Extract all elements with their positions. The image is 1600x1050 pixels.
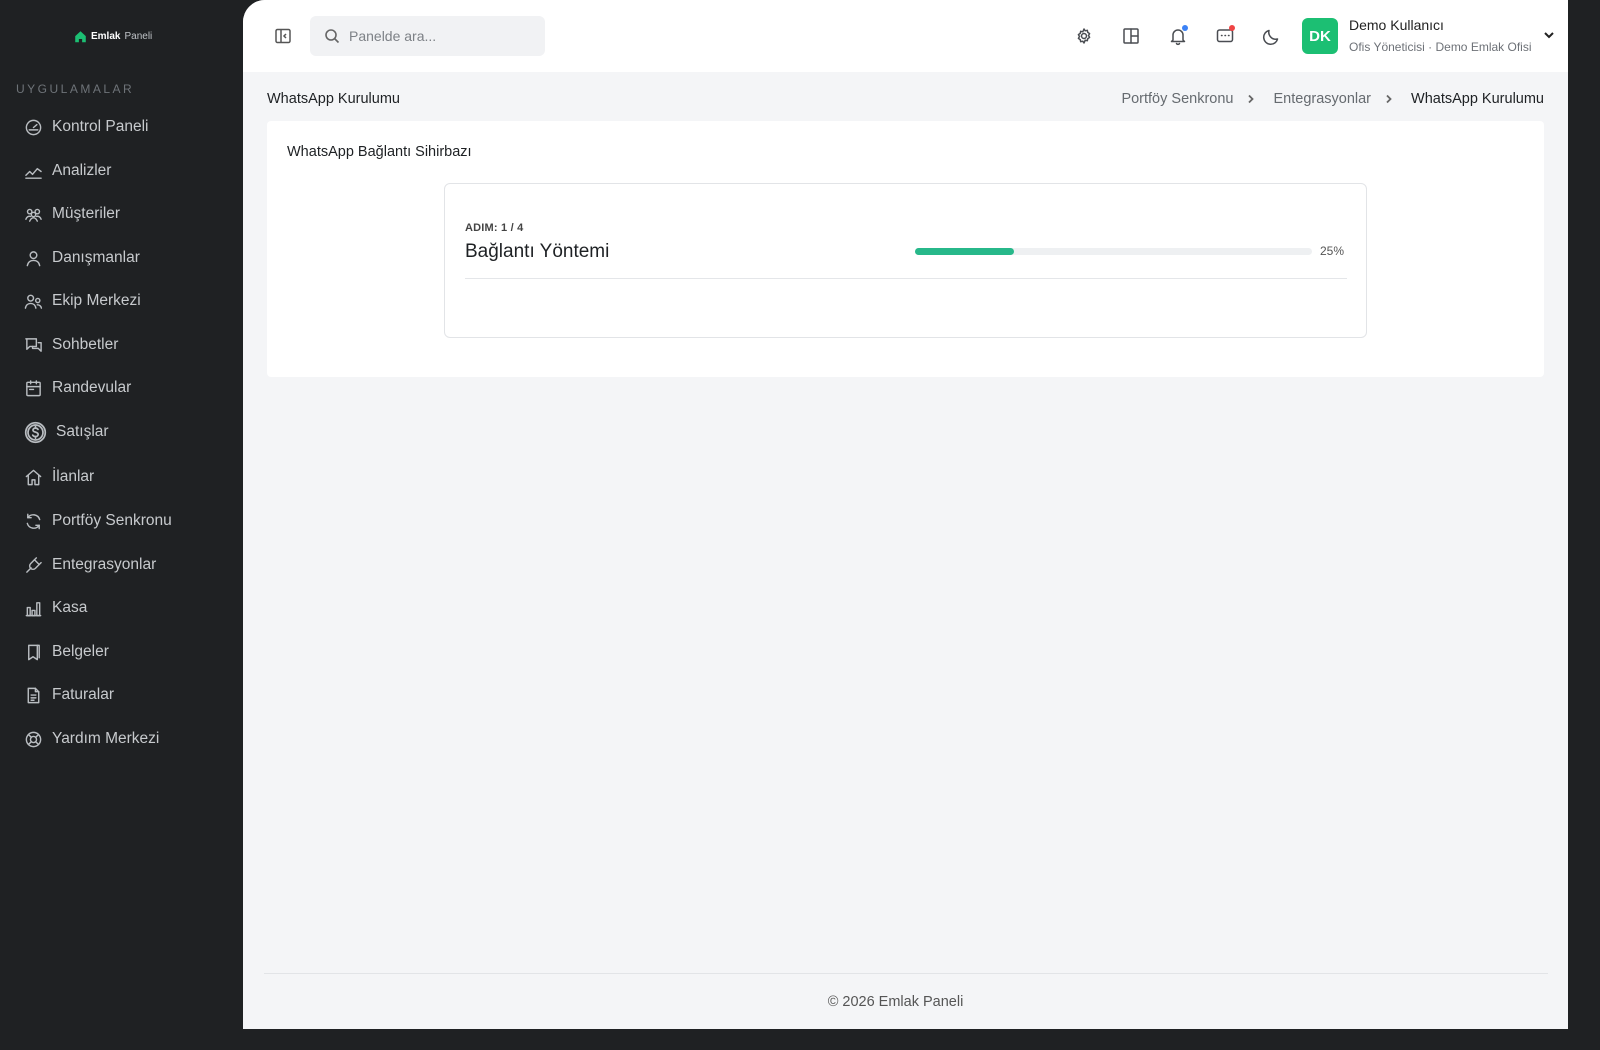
- notifications-button[interactable]: [1168, 25, 1188, 46]
- dashboard-gauge-icon: [25, 119, 42, 135]
- main-area: DK Demo Kullanıcı Ofis Yöneticisi · Demo…: [243, 0, 1568, 1029]
- home-icon: [25, 469, 42, 485]
- settings-gear-icon: [1077, 28, 1091, 44]
- collapse-sidebar-button[interactable]: [274, 27, 292, 45]
- brand-suffix: Paneli: [124, 31, 153, 42]
- plug-icon: [26, 556, 42, 573]
- sidebar-item-label: Kontrol Paneli: [52, 118, 149, 135]
- topbar: DK Demo Kullanıcı Ofis Yöneticisi · Demo…: [243, 0, 1568, 72]
- sidebar-item-label: Portföy Senkronu: [52, 512, 172, 529]
- sidebar-item-satislar[interactable]: Satışlar: [24, 417, 109, 447]
- card-title: WhatsApp Bağlantı Sihirbazı: [287, 144, 472, 160]
- sidebar-item-label: Danışmanlar: [52, 249, 140, 266]
- user-menu-toggle[interactable]: [1542, 28, 1556, 42]
- search-box[interactable]: [310, 16, 545, 56]
- bar-chart-icon: [25, 601, 42, 616]
- sidebar-item-label: Analizler: [52, 162, 112, 179]
- sidebar: Emlak Paneli UYGULAMALAR Kontrol Paneli …: [0, 0, 243, 1029]
- breadcrumb: Portföy Senkronu Entegrasyonlar WhatsApp…: [1121, 91, 1544, 107]
- messages-button[interactable]: [1215, 25, 1235, 46]
- dark-mode-toggle[interactable]: [1262, 26, 1282, 46]
- progress-label: 25%: [1320, 244, 1345, 258]
- sidebar-item-kasa[interactable]: Kasa: [24, 593, 87, 623]
- brand-name: Emlak: [91, 31, 121, 42]
- avatar[interactable]: DK: [1302, 18, 1338, 54]
- sidebar-item-label: İlanlar: [52, 468, 95, 485]
- sidebar-section-label: UYGULAMALAR: [16, 82, 135, 96]
- sidebar-item-danismanlar[interactable]: Danışmanlar: [24, 243, 140, 273]
- user-role: Ofis Yöneticisi · Demo Emlak Ofisi: [1349, 40, 1532, 54]
- sidebar-item-kontrol-paneli[interactable]: Kontrol Paneli: [24, 112, 149, 142]
- layout-grid-icon: [1123, 28, 1139, 44]
- settings-button[interactable]: [1074, 26, 1094, 46]
- sidebar-item-label: Yardım Merkezi: [52, 730, 160, 747]
- consultant-user-icon: [26, 250, 41, 266]
- footer-copyright: © 2026 Emlak Paneli: [827, 994, 964, 1010]
- analytics-chart-icon: [25, 167, 42, 179]
- dollar-coin-icon: [24, 421, 47, 443]
- sidebar-item-yardim-merkezi[interactable]: Yardım Merkezi: [24, 724, 159, 754]
- sidebar-item-label: Kasa: [52, 599, 88, 616]
- collapse-sidebar-icon: [275, 28, 291, 44]
- message-dot: [1229, 25, 1235, 31]
- sidebar-item-ilanlar[interactable]: İlanlar: [24, 462, 94, 492]
- sidebar-item-randevular[interactable]: Randevular: [24, 373, 131, 403]
- step-indicator: ADIM: 1 / 4: [465, 222, 524, 234]
- sidebar-item-ekip-merkezi[interactable]: Ekip Merkezi: [24, 286, 141, 316]
- wizard-panel: ADIM: 1 / 4 Bağlantı Yöntemi 25%: [444, 183, 1367, 338]
- customers-group-icon: [25, 208, 42, 222]
- chevron-down-icon: [1544, 32, 1554, 39]
- sidebar-item-faturalar[interactable]: Faturalar: [24, 680, 114, 710]
- progress-bar: [915, 248, 1312, 255]
- breadcrumb-item[interactable]: Entegrasyonlar: [1273, 91, 1371, 107]
- step-title: Bağlantı Yöntemi: [465, 241, 610, 262]
- sidebar-item-belgeler[interactable]: Belgeler: [24, 637, 109, 667]
- chevron-right-icon: [1384, 92, 1398, 106]
- team-users-icon: [24, 294, 43, 309]
- brand-logo[interactable]: Emlak Paneli: [74, 30, 152, 43]
- wizard-card: WhatsApp Bağlantı Sihirbazı ADIM: 1 / 4 …: [267, 121, 1544, 377]
- chat-bubbles-icon: [25, 337, 42, 352]
- sidebar-item-musteriler[interactable]: Müşteriler: [24, 199, 120, 229]
- progress-fill: [915, 248, 1015, 255]
- divider: [465, 278, 1347, 279]
- sidebar-item-label: Randevular: [52, 379, 132, 396]
- sidebar-item-label: Ekip Merkezi: [52, 292, 141, 309]
- documents-icon: [28, 644, 40, 660]
- sidebar-item-portfoy-senkronu[interactable]: Portföy Senkronu: [24, 506, 172, 536]
- layout-button[interactable]: [1121, 26, 1141, 46]
- notification-dot: [1182, 25, 1188, 31]
- sync-icon: [26, 513, 41, 529]
- chevron-right-icon: [1246, 92, 1260, 106]
- breadcrumb-item[interactable]: Portföy Senkronu: [1121, 91, 1233, 107]
- house-logo-icon: [75, 31, 86, 43]
- help-lifebuoy-icon: [25, 731, 42, 747]
- sidebar-item-label: Faturalar: [52, 686, 115, 703]
- user-name[interactable]: Demo Kullanıcı: [1349, 17, 1444, 33]
- sidebar-item-entegrasyonlar[interactable]: Entegrasyonlar: [24, 550, 156, 580]
- footer-divider: [264, 973, 1548, 974]
- sidebar-item-label: Satışlar: [56, 423, 109, 440]
- sidebar-item-analizler[interactable]: Analizler: [24, 156, 111, 186]
- dark-mode-moon-icon: [1263, 29, 1279, 45]
- sidebar-item-label: Sohbetler: [52, 336, 119, 353]
- invoice-icon: [27, 687, 40, 703]
- sidebar-item-label: Belgeler: [52, 643, 109, 660]
- search-icon: [325, 29, 340, 44]
- calendar-icon: [26, 379, 41, 396]
- breadcrumb-current: WhatsApp Kurulumu: [1411, 91, 1544, 107]
- sidebar-item-label: Müşteriler: [52, 205, 121, 222]
- page-title: WhatsApp Kurulumu: [267, 91, 400, 107]
- search-input[interactable]: [349, 28, 529, 44]
- sidebar-item-sohbetler[interactable]: Sohbetler: [24, 330, 118, 360]
- sidebar-item-label: Entegrasyonlar: [52, 556, 157, 573]
